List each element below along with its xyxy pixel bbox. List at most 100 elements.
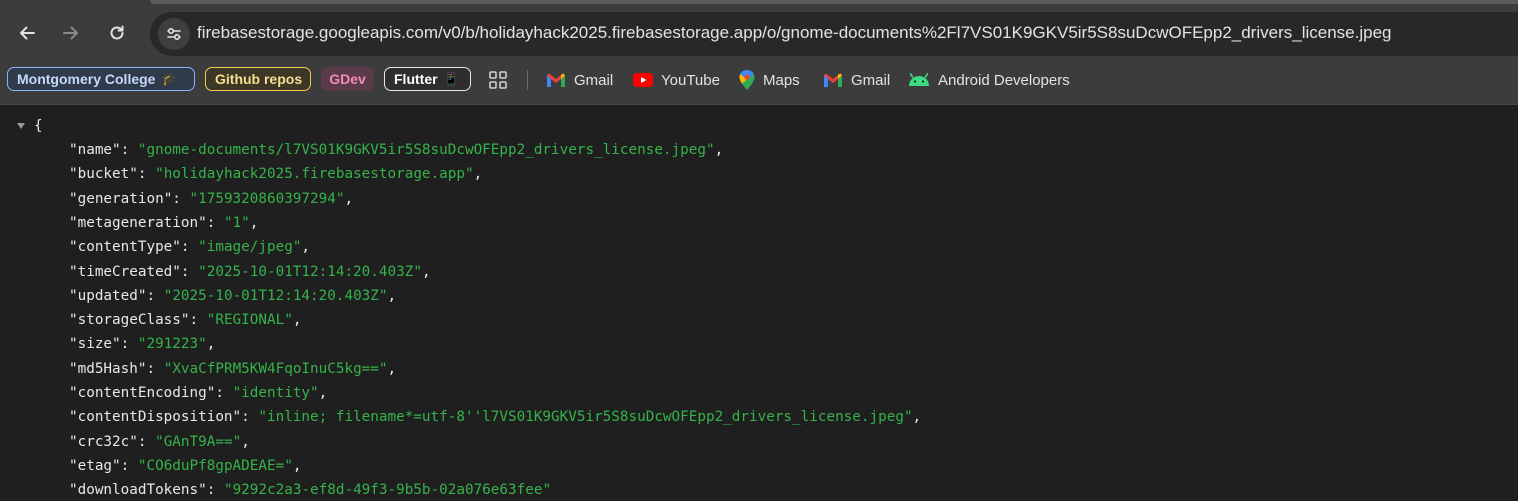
json-colon: : [206, 482, 224, 499]
bookmark-maps[interactable]: Maps [739, 68, 800, 92]
gmail-icon [824, 73, 842, 87]
quote: " [310, 385, 319, 401]
json-value: 1 [232, 214, 242, 231]
quote: " [112, 457, 121, 474]
bookmark-gmail-2[interactable]: Gmail [823, 68, 890, 92]
quote: " [112, 142, 121, 158]
bookmark-label: Maps [763, 71, 800, 89]
quote: " [172, 263, 181, 280]
quote: " [198, 239, 207, 256]
phone-icon: 📱 [443, 72, 459, 86]
quote: " [378, 360, 388, 377]
bookmark-montgomery-college[interactable]: Montgomery College 🎓 [7, 67, 195, 91]
quote: " [284, 312, 293, 329]
json-value: REGIONAL [215, 312, 285, 329]
reload-button[interactable] [100, 16, 134, 50]
json-field-line: "contentType": "image/jpeg", [69, 235, 310, 259]
quote: " [69, 263, 78, 280]
maps-icon [739, 70, 755, 90]
json-value: 2025-10-01T12:14:20.403Z [206, 263, 414, 280]
json-colon: : [146, 360, 164, 377]
bookmark-label: Gmail [574, 71, 614, 89]
json-key: timeCreated [77, 263, 173, 280]
gmail-icon [547, 73, 565, 87]
json-key: downloadTokens [77, 482, 199, 499]
json-comma: , [249, 214, 259, 231]
apps-button[interactable] [488, 68, 516, 92]
graduation-cap-icon: 🎓 [161, 71, 178, 86]
json-field-line: "updated": "2025-10-01T12:14:20.403Z", [69, 284, 396, 308]
forward-button[interactable] [54, 16, 88, 50]
site-info-button[interactable] [158, 18, 190, 50]
json-field-line: "generation": "1759320860397294", [69, 187, 353, 211]
quote: " [163, 190, 173, 207]
json-comma: , [292, 457, 302, 474]
json-field-line: "md5Hash": "XvaCfPRM5KW4FqoInuC5kg==", [69, 357, 396, 381]
youtube-icon [633, 73, 653, 87]
quote: " [413, 263, 422, 280]
bookmark-youtube[interactable]: YouTube [633, 68, 720, 92]
json-comma: , [473, 166, 483, 183]
json-field-line: "size": "291223", [69, 332, 215, 356]
json-root-line: { [16, 114, 43, 138]
quote: " [198, 482, 207, 499]
json-field-line: "name": "gnome-documents/l7VS01K9GKV5ir5… [69, 138, 723, 162]
reload-icon [110, 25, 124, 40]
json-key: etag [77, 457, 113, 474]
bookmark-gmail[interactable]: Gmail [546, 68, 613, 92]
json-value: 291223 [146, 336, 199, 353]
json-comma: , [387, 360, 397, 377]
quote: " [542, 482, 552, 499]
json-comma: , [241, 433, 250, 450]
url-text[interactable]: firebasestorage.googleapis.com/v0/b/holi… [197, 23, 1391, 43]
json-colon: : [120, 457, 138, 474]
quote: " [198, 214, 207, 231]
json-value: 2025-10-01T12:14:20.403Z [172, 287, 379, 304]
quote: " [69, 360, 78, 377]
address-bar[interactable]: firebasestorage.googleapis.com/v0/b/holi… [150, 12, 1518, 56]
quote: " [198, 336, 207, 353]
browser-window: firebasestorage.googleapis.com/v0/b/holi… [0, 0, 1518, 501]
json-field-line: "storageClass": "REGIONAL", [69, 308, 301, 332]
bookmark-label: Android Developers [938, 71, 1070, 89]
quote: " [232, 385, 242, 401]
apps-grid-icon [489, 71, 507, 89]
json-comma: , [206, 336, 216, 353]
json-key: generation [77, 190, 164, 207]
back-button[interactable] [10, 16, 44, 50]
bookmark-label: Github repos [215, 71, 303, 87]
bookmark-label: Montgomery College [17, 71, 156, 87]
json-comma: , [912, 409, 922, 426]
bookmark-gdev[interactable]: GDev [321, 67, 374, 91]
tab-strip-edge [150, 0, 1518, 4]
collapse-triangle-icon[interactable] [16, 121, 26, 131]
json-value: XvaCfPRM5KW4FqoInuC5kg== [172, 360, 379, 377]
bookmark-github-repos[interactable]: Github repos [205, 67, 311, 91]
quote: " [378, 287, 388, 304]
json-value: 9292c2a3-ef8d-49f3-9b5b-02a076e63fee [232, 482, 543, 499]
quote: " [69, 385, 78, 401]
quote: " [69, 214, 78, 231]
quote: " [232, 409, 242, 426]
json-field-line: "crc32c": "GAnT9A==", [69, 430, 250, 454]
browser-toolbar: firebasestorage.googleapis.com/v0/b/holi… [0, 0, 1518, 64]
json-key: contentType [77, 239, 173, 256]
json-comma: , [387, 287, 397, 304]
json-colon: : [180, 239, 199, 256]
bookmark-label: YouTube [661, 71, 720, 89]
json-comma: , [292, 312, 302, 329]
json-key: bucket [77, 166, 130, 183]
bookmark-flutter[interactable]: Flutter 📱 [384, 67, 471, 91]
quote: " [69, 336, 78, 353]
json-value: image/jpeg [206, 239, 293, 256]
bookmark-label: Gmail [851, 71, 891, 89]
bookmark-android-developers[interactable]: Android Developers [908, 68, 1070, 92]
json-field-line: "contentDisposition": "inline; filename*… [69, 405, 921, 429]
json-key: size [77, 336, 113, 353]
quote: " [69, 287, 78, 304]
quote: " [198, 263, 207, 280]
quote: " [69, 142, 78, 158]
json-key: contentDisposition [77, 409, 233, 426]
json-key: name [77, 142, 113, 158]
quote: " [464, 166, 474, 183]
